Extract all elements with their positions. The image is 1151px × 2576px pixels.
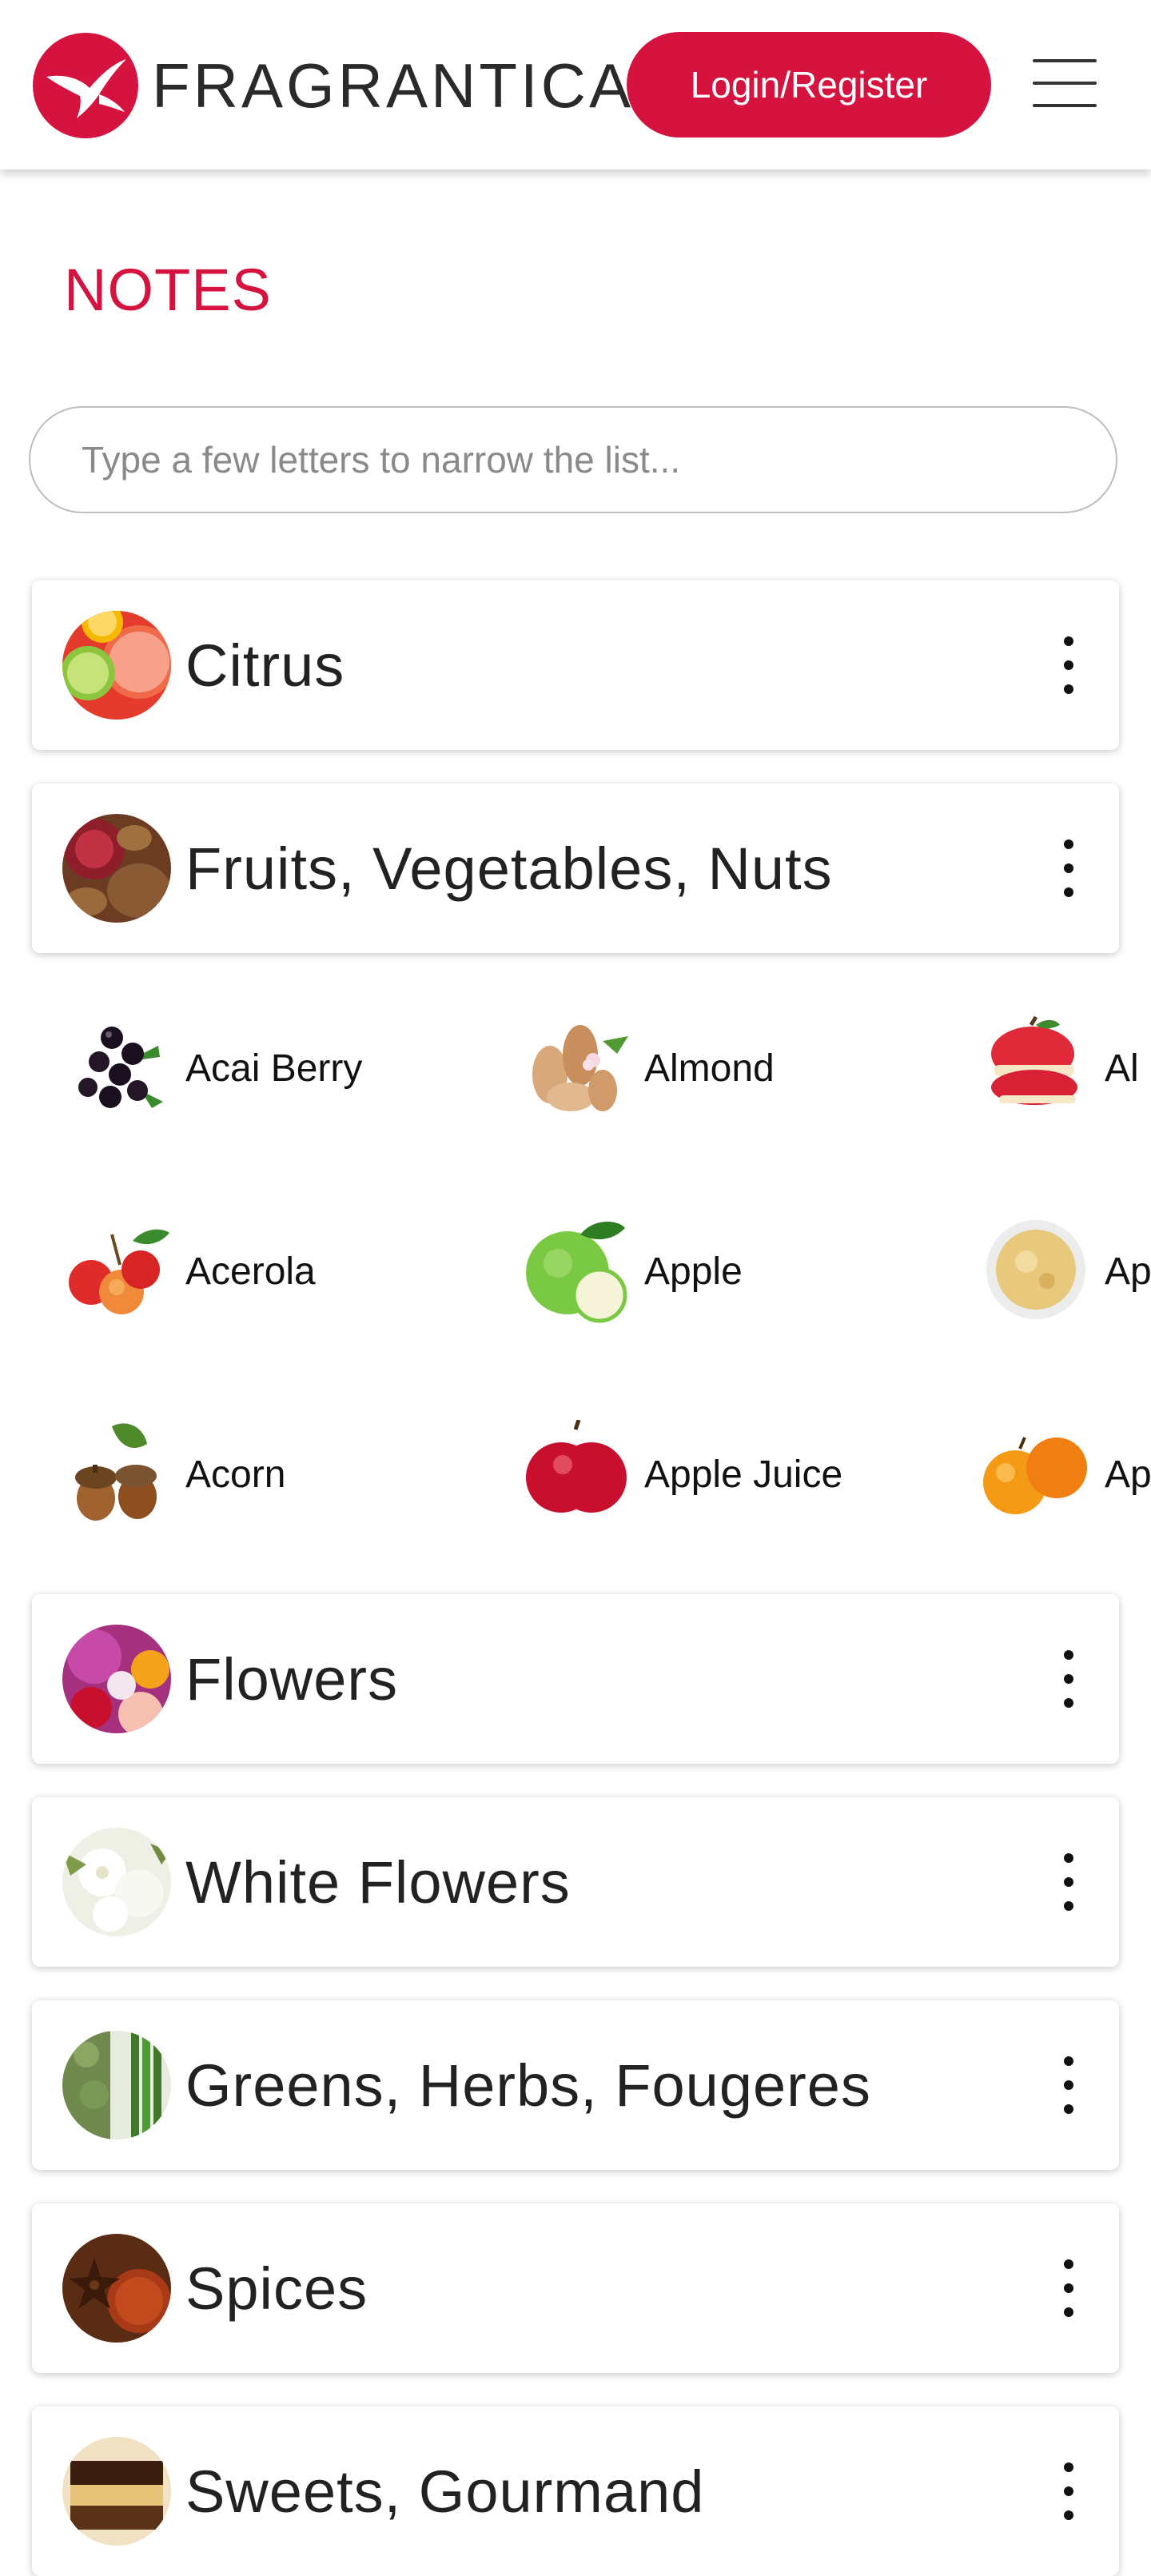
more-options-icon[interactable] <box>1057 1650 1081 1708</box>
note-label: Almond <box>644 1047 775 1090</box>
green-apple-icon <box>526 1221 627 1323</box>
herbs-icon <box>62 2031 171 2139</box>
note-label: Ap <box>1105 1250 1151 1293</box>
acerola-icon <box>69 1229 169 1314</box>
sweets-icon <box>62 2437 171 2546</box>
category-label: Citrus <box>185 632 345 699</box>
note-label: Acerola <box>185 1250 316 1293</box>
spices-icon <box>62 2234 171 2343</box>
category-card-spices[interactable]: Spices <box>32 2203 1119 2373</box>
note-item-acorn[interactable]: Acorn <box>64 1418 464 1530</box>
acai-berry-icon <box>78 1027 163 1108</box>
almond-icon <box>532 1025 628 1111</box>
note-item-acai-berry[interactable]: Acai Berry <box>64 1012 464 1124</box>
more-options-icon[interactable] <box>1057 2259 1081 2317</box>
citrus-icon <box>62 611 171 720</box>
login-register-button[interactable]: Login/Register <box>627 32 991 138</box>
category-label: White Flowers <box>185 1848 571 1916</box>
more-options-icon[interactable] <box>1057 636 1081 694</box>
apple-slices-icon <box>991 1015 1077 1105</box>
notes-search-input[interactable] <box>29 406 1117 513</box>
note-item-partial[interactable]: Ap <box>983 1418 1151 1530</box>
category-card-greens-herbs-fougeres[interactable]: Greens, Herbs, Fougeres <box>32 2000 1119 2170</box>
page-title: NOTES <box>64 257 272 323</box>
note-label: Acai Berry <box>185 1047 363 1090</box>
more-options-icon[interactable] <box>1057 2462 1081 2520</box>
note-item-apple-juice[interactable]: Apple Juice <box>523 1418 922 1530</box>
category-card-white-flowers[interactable]: White Flowers <box>32 1797 1119 1967</box>
menu-icon[interactable] <box>1033 59 1097 109</box>
note-item-partial[interactable]: Ap <box>983 1215 1151 1327</box>
category-label: Fruits, Vegetables, Nuts <box>185 835 833 902</box>
fruits-icon <box>62 814 171 923</box>
note-label: Apple Juice <box>644 1453 843 1496</box>
category-label: Spices <box>185 2255 368 2322</box>
more-options-icon[interactable] <box>1057 839 1081 897</box>
category-label: Greens, Herbs, Fougeres <box>185 2052 871 2119</box>
category-label: Sweets, Gourmand <box>185 2458 705 2525</box>
note-item-apple[interactable]: Apple <box>523 1215 922 1327</box>
acorn-icon <box>75 1423 157 1521</box>
white-flowers-icon <box>62 1828 171 1936</box>
category-card-sweets-gourmand[interactable]: Sweets, Gourmand <box>32 2407 1119 2576</box>
note-item-partial[interactable]: Al <box>983 1012 1151 1124</box>
note-label: Al <box>1105 1047 1139 1090</box>
category-label: Flowers <box>185 1645 399 1713</box>
note-label: Apple <box>644 1250 743 1293</box>
site-header: FRAGRANTICA Login/Register <box>0 0 1151 169</box>
category-card-citrus[interactable]: Citrus <box>32 580 1119 750</box>
note-label: Ap <box>1105 1453 1151 1496</box>
category-card-flowers[interactable]: Flowers <box>32 1594 1119 1764</box>
more-options-icon[interactable] <box>1057 1853 1081 1911</box>
note-item-acerola[interactable]: Acerola <box>64 1215 464 1327</box>
applesauce-icon <box>986 1220 1085 1319</box>
note-item-almond[interactable]: Almond <box>523 1012 922 1124</box>
flowers-icon <box>62 1625 171 1733</box>
hummingbird-logo-icon[interactable] <box>32 32 139 139</box>
apricot-icon <box>983 1437 1087 1514</box>
more-options-icon[interactable] <box>1057 2056 1081 2114</box>
category-card-fruits-vegetables-nuts[interactable]: Fruits, Vegetables, Nuts <box>32 784 1119 953</box>
brand-name[interactable]: FRAGRANTICA <box>152 50 634 122</box>
note-label: Acorn <box>185 1453 286 1496</box>
red-apple-icon <box>526 1420 627 1513</box>
